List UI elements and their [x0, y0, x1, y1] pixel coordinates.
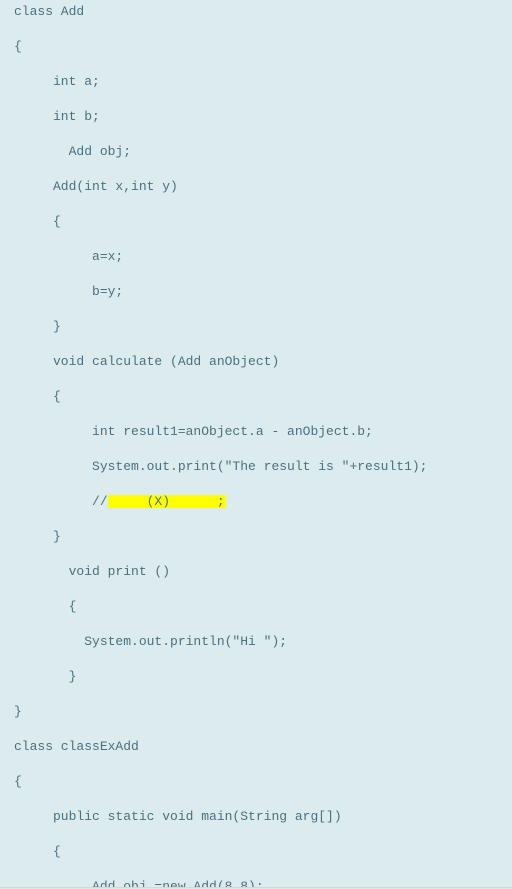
- code-line: void print (): [14, 564, 512, 579]
- blank-line: [14, 439, 512, 459]
- code-line: {: [14, 844, 512, 859]
- code-line: {: [14, 214, 512, 229]
- blank-line: [14, 404, 512, 424]
- code-line: {: [14, 599, 512, 614]
- blank-line: [14, 19, 512, 39]
- blank-line: [14, 264, 512, 284]
- code-line: }: [14, 704, 512, 719]
- blank-line: [14, 859, 512, 879]
- code-line: {: [14, 774, 512, 789]
- blank-line: [14, 194, 512, 214]
- code-line: }: [14, 319, 512, 334]
- blank-line: [14, 334, 512, 354]
- code-line: b=y;: [14, 284, 512, 299]
- code-line: {: [14, 39, 512, 54]
- blank-line: [14, 89, 512, 109]
- blank-line: [14, 369, 512, 389]
- code-line: int a;: [14, 74, 512, 89]
- code-line: Add(int x,int y): [14, 179, 512, 194]
- code-line: void calculate (Add anObject): [14, 354, 512, 369]
- code-line: Add obj;: [14, 144, 512, 159]
- blank-line: [14, 299, 512, 319]
- blank-line: [14, 124, 512, 144]
- blank-line: [14, 614, 512, 634]
- blank-line: [14, 649, 512, 669]
- code-line: class classExAdd: [14, 739, 512, 754]
- blank-line: [14, 54, 512, 74]
- comment-prefix: //: [14, 495, 108, 508]
- blank-line: [14, 579, 512, 599]
- code-line: int result1=anObject.a - anObject.b;: [14, 424, 512, 439]
- blank-line: [14, 824, 512, 844]
- code-line: }: [14, 529, 512, 544]
- blank-line: [14, 159, 512, 179]
- blank-line: [14, 719, 512, 739]
- code-line: System.out.print("The result is "+result…: [14, 459, 512, 474]
- blank-line: [14, 789, 512, 809]
- code-block: class Add { int a; int b; Add obj; Add(i…: [0, 0, 512, 889]
- code-line: {: [14, 389, 512, 404]
- code-line-blank-x: // (X) ;: [14, 494, 512, 509]
- code-line: System.out.println("Hi ");: [14, 634, 512, 649]
- code-line: }: [14, 669, 512, 684]
- blank-line: [14, 229, 512, 249]
- code-line: a=x;: [14, 249, 512, 264]
- blank-line: [14, 509, 512, 529]
- blank-line: [14, 684, 512, 704]
- code-line: public static void main(String arg[]): [14, 809, 512, 824]
- highlighted-blank: (X) ;: [108, 495, 225, 508]
- blank-line: [14, 544, 512, 564]
- blank-line: [14, 754, 512, 774]
- code-line: int b;: [14, 109, 512, 124]
- code-line: class Add: [14, 4, 512, 19]
- blank-line: [14, 474, 512, 494]
